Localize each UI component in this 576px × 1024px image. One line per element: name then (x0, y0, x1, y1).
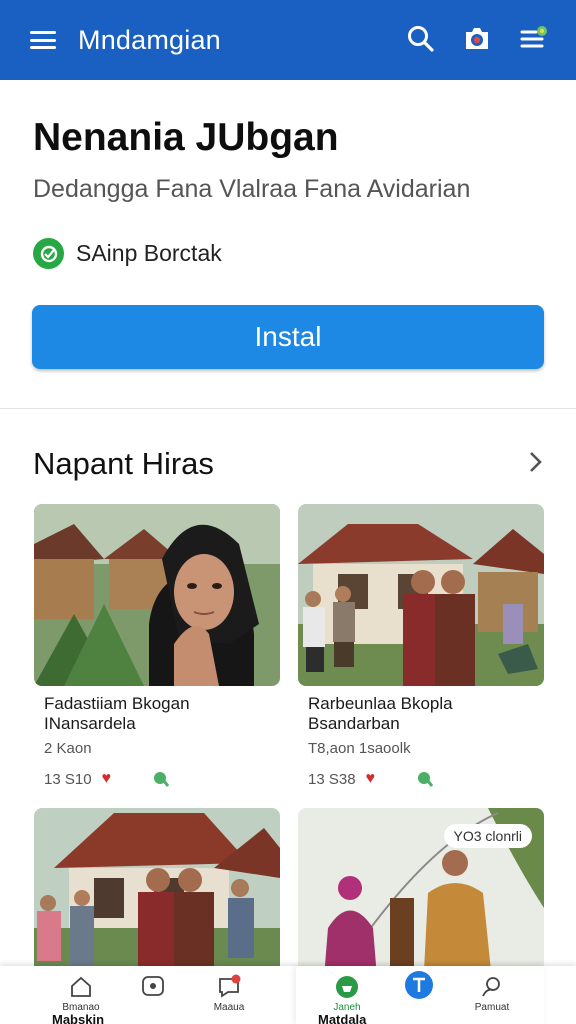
share-icon[interactable] (151, 770, 170, 788)
content-card[interactable]: YO3 clonrli (298, 808, 544, 990)
content-card[interactable] (34, 808, 280, 990)
share-icon[interactable] (415, 770, 434, 788)
more-icon (479, 974, 505, 1000)
top-app-bar: Mndamgian (0, 0, 576, 80)
photo-badge: YO3 clonrli (443, 824, 532, 848)
card-meta: T8,aon 1saoolk (308, 740, 411, 757)
card-title-line2: Bsandarban (308, 714, 400, 733)
hamburger-menu-icon[interactable] (30, 29, 56, 51)
notifications-list-icon[interactable] (518, 24, 548, 54)
card-stats: 13 S38 ♥ (308, 770, 434, 788)
nav-item-notifications[interactable]: Maaua (192, 974, 266, 1022)
content-card[interactable]: Rarbeunlaa Bkopla Bsandarban T8,aon 1sao… (298, 504, 544, 788)
divider (0, 408, 576, 409)
content-card[interactable]: Fadastiiam Bkogan INansardela 2 Kaon 13 … (34, 504, 280, 788)
nav-label: Pamuat (474, 1002, 510, 1013)
nav-item-chat[interactable] (116, 974, 190, 1022)
home-icon (68, 974, 94, 1000)
card-photo (34, 504, 280, 686)
verified-label: SAinp Borctak (76, 240, 222, 266)
games-icon (334, 974, 360, 1000)
card-stat-count: 13 S38 (308, 770, 356, 788)
heart-icon[interactable]: ♥ (102, 770, 112, 788)
nav-label: Maaua (213, 1002, 245, 1013)
top-actions (406, 24, 548, 54)
chat-icon (140, 974, 166, 1000)
card-photo: YO3 clonrli (298, 808, 544, 990)
card-meta: 2 Kaon (44, 740, 92, 757)
verified-badge: SAinp Borctak (33, 238, 222, 269)
heart-icon[interactable]: ♥ (366, 770, 376, 788)
card-photo (298, 504, 544, 686)
nav-bottom-text-right: Matdala (318, 1012, 367, 1024)
nav-item-profile[interactable] (382, 970, 456, 1018)
chevron-right-icon[interactable] (524, 450, 548, 474)
search-icon[interactable] (406, 24, 436, 54)
card-title-line2: INansardela (44, 714, 136, 733)
card-stats: 13 S10 ♥ (44, 770, 170, 788)
app-name: Nenania JUbgan (33, 116, 339, 159)
nav-item-more[interactable]: Pamuat (455, 974, 529, 1022)
nav-bottom-text-left: Mabskin (52, 1012, 105, 1024)
card-photo (34, 808, 280, 990)
card-stat-count: 13 S10 (44, 770, 92, 788)
profile-circle-icon (404, 970, 434, 1000)
verified-check-icon (33, 238, 64, 269)
section-title: Napant Hiras (33, 446, 214, 481)
camera-icon[interactable] (462, 24, 492, 54)
app-subtitle: Dedangga Fana Vlalraa Fana Avidarian (33, 175, 471, 203)
card-title-line1: Rarbeunlaa Bkopla (308, 694, 453, 713)
notification-icon (216, 974, 242, 1000)
app-bar-title: Mndamgian (78, 24, 221, 55)
install-button[interactable]: Instal (32, 305, 544, 369)
card-title-line1: Fadastiiam Bkogan (44, 694, 190, 713)
